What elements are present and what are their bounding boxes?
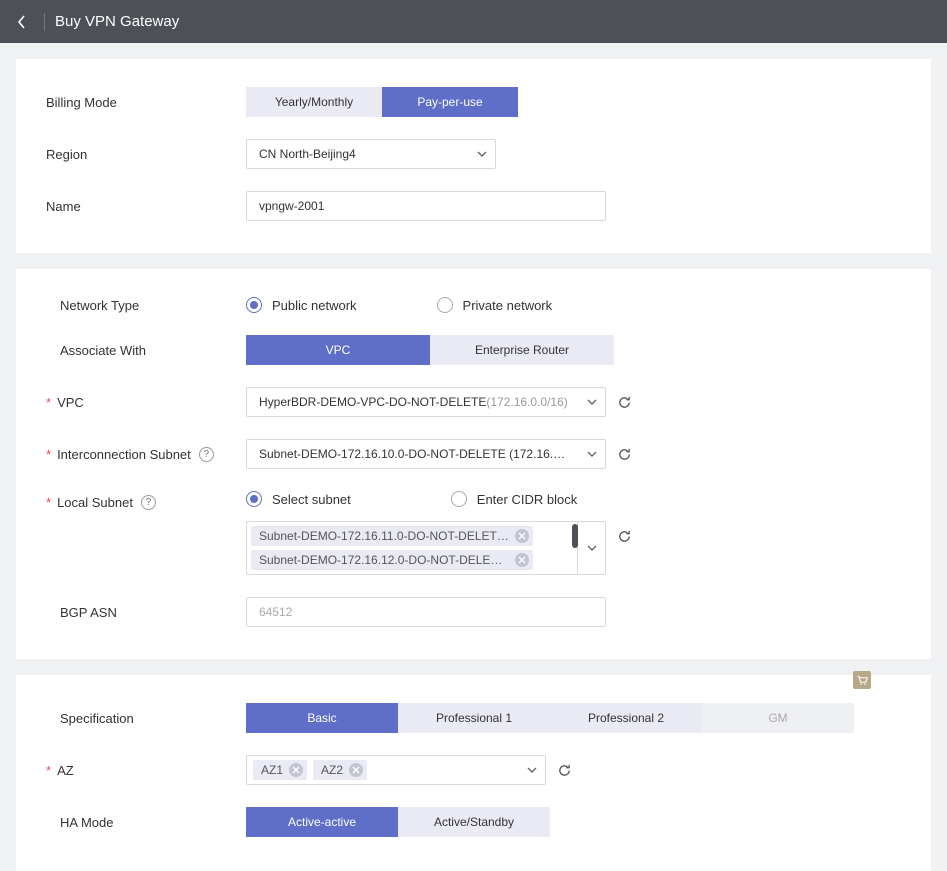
radio-icon: [246, 297, 262, 313]
label-vpc: * VPC: [46, 395, 246, 410]
help-icon[interactable]: ?: [199, 447, 214, 462]
local-subnet-body: Select subnet Enter CIDR block Subnet-DE…: [246, 491, 901, 575]
vpc-selected-name: HyperBDR-DEMO-VPC-DO-NOT-DELETE: [259, 395, 486, 409]
label-az: * AZ: [46, 763, 246, 778]
required-star: *: [46, 763, 51, 778]
ha-mode-segmented: Active-active Active/Standby: [246, 807, 550, 837]
specification-professional-1[interactable]: Professional 1: [398, 703, 550, 733]
network-type-private[interactable]: Private network: [437, 297, 553, 313]
label-name: Name: [46, 199, 246, 214]
label-billing-mode: Billing Mode: [46, 95, 246, 110]
local-subnet-dropdown-toggle[interactable]: [577, 522, 605, 574]
az-select[interactable]: AZ1 AZ2: [246, 755, 546, 785]
caret-down-icon: [587, 399, 597, 405]
chevron-left-icon: [17, 15, 27, 29]
tag-remove-icon[interactable]: [515, 529, 529, 543]
interconnection-subnet-selected: Subnet-DEMO-172.16.10.0-DO-NOT-DELETE (1…: [259, 447, 569, 461]
radio-label: Enter CIDR block: [477, 492, 577, 507]
local-subnet-refresh-button[interactable]: [616, 528, 632, 544]
specification-basic[interactable]: Basic: [246, 703, 398, 733]
label-local-subnet: * Local Subnet ?: [46, 491, 246, 510]
tag-remove-icon[interactable]: [349, 763, 363, 777]
specification-professional-2[interactable]: Professional 2: [550, 703, 702, 733]
radio-label: Private network: [463, 298, 553, 313]
associate-vpc[interactable]: VPC: [246, 335, 430, 365]
local-subnet-tag: Subnet-DEMO-172.16.11.0-DO-NOT-DELETE (1…: [251, 526, 533, 546]
vpc-selected-cidr: (172.16.0.0/16): [486, 395, 567, 409]
billing-mode-segmented: Yearly/Monthly Pay-per-use: [246, 87, 518, 117]
label-interconnection-subnet-text: Interconnection Subnet: [57, 447, 191, 462]
caret-down-icon: [477, 151, 487, 157]
tag-text: Subnet-DEMO-172.16.12.0-DO-NOT-DELETE (1…: [259, 553, 509, 567]
radio-icon: [246, 491, 262, 507]
label-associate-with: Associate With: [46, 343, 246, 358]
specification-gm-text: GM: [768, 711, 787, 725]
local-subnet-tags: Subnet-DEMO-172.16.11.0-DO-NOT-DELETE (1…: [247, 522, 577, 574]
required-star: *: [46, 447, 51, 462]
tag-remove-icon[interactable]: [515, 553, 529, 567]
caret-down-icon: [587, 451, 597, 457]
page-title: Buy VPN Gateway: [55, 13, 179, 30]
label-network-type: Network Type: [46, 298, 246, 313]
az-refresh-button[interactable]: [556, 762, 572, 778]
tag-text: AZ1: [261, 763, 283, 777]
caret-down-icon: [587, 545, 597, 551]
tag-text: Subnet-DEMO-172.16.11.0-DO-NOT-DELETE (1…: [259, 529, 509, 543]
ha-mode-active-active[interactable]: Active-active: [246, 807, 398, 837]
radio-icon: [451, 491, 467, 507]
az-tag: AZ2: [313, 760, 367, 780]
specification-segmented: Basic Professional 1 Professional 2 GM: [246, 703, 854, 733]
billing-mode-payperuse[interactable]: Pay-per-use: [382, 87, 518, 117]
help-icon[interactable]: ?: [141, 495, 156, 510]
panel-basic: Billing Mode Yearly/Monthly Pay-per-use …: [16, 59, 931, 253]
local-subnet-select-subnet[interactable]: Select subnet: [246, 491, 351, 507]
label-bgp-asn: BGP ASN: [46, 605, 246, 620]
local-subnet-tag: Subnet-DEMO-172.16.12.0-DO-NOT-DELETE (1…: [251, 550, 533, 570]
label-az-text: AZ: [57, 763, 74, 778]
vpc-refresh-button[interactable]: [616, 394, 632, 410]
region-select[interactable]: CN North-Beijing4: [246, 139, 496, 169]
interconnection-subnet-select[interactable]: Subnet-DEMO-172.16.10.0-DO-NOT-DELETE (1…: [246, 439, 606, 469]
interconnection-subnet-refresh-button[interactable]: [616, 446, 632, 462]
radio-icon: [437, 297, 453, 313]
label-interconnection-subnet: * Interconnection Subnet ?: [46, 447, 246, 462]
label-specification: Specification: [46, 711, 246, 726]
panel-specification: Specification Basic Professional 1 Profe…: [16, 675, 931, 871]
ha-mode-active-standby[interactable]: Active/Standby: [398, 807, 550, 837]
tag-remove-icon[interactable]: [289, 763, 303, 777]
divider: [44, 13, 45, 31]
local-subnet-multiselect[interactable]: Subnet-DEMO-172.16.11.0-DO-NOT-DELETE (1…: [246, 521, 606, 575]
local-subnet-radio-group: Select subnet Enter CIDR block: [246, 491, 901, 507]
top-bar: Buy VPN Gateway: [0, 0, 947, 43]
region-selected: CN North-Beijing4: [259, 147, 356, 161]
billing-mode-yearly[interactable]: Yearly/Monthly: [246, 87, 382, 117]
vpc-selected: HyperBDR-DEMO-VPC-DO-NOT-DELETE(172.16.0…: [259, 395, 568, 409]
required-star: *: [46, 495, 51, 510]
vpc-select[interactable]: HyperBDR-DEMO-VPC-DO-NOT-DELETE(172.16.0…: [246, 387, 606, 417]
specification-gm: GM: [702, 703, 854, 733]
back-button[interactable]: [10, 10, 34, 34]
local-subnet-enter-cidr[interactable]: Enter CIDR block: [451, 491, 577, 507]
label-region: Region: [46, 147, 246, 162]
az-tags: AZ1 AZ2: [253, 760, 367, 780]
network-type-radio-group: Public network Private network: [246, 297, 552, 313]
label-local-subnet-text: Local Subnet: [57, 495, 133, 510]
scrollbar[interactable]: [572, 524, 578, 548]
label-ha-mode: HA Mode: [46, 815, 246, 830]
required-star: *: [46, 395, 51, 410]
bgp-asn-input[interactable]: [246, 597, 606, 627]
radio-label: Public network: [272, 298, 357, 313]
radio-label: Select subnet: [272, 492, 351, 507]
az-tag: AZ1: [253, 760, 307, 780]
label-vpc-text: VPC: [57, 395, 84, 410]
tag-text: AZ2: [321, 763, 343, 777]
cart-badge-icon[interactable]: [853, 671, 871, 689]
panel-network: Network Type Public network Private netw…: [16, 269, 931, 659]
caret-down-icon: [527, 767, 537, 773]
associate-with-segmented: VPC Enterprise Router: [246, 335, 614, 365]
network-type-public[interactable]: Public network: [246, 297, 357, 313]
name-input[interactable]: [246, 191, 606, 221]
associate-enterprise-router[interactable]: Enterprise Router: [430, 335, 614, 365]
